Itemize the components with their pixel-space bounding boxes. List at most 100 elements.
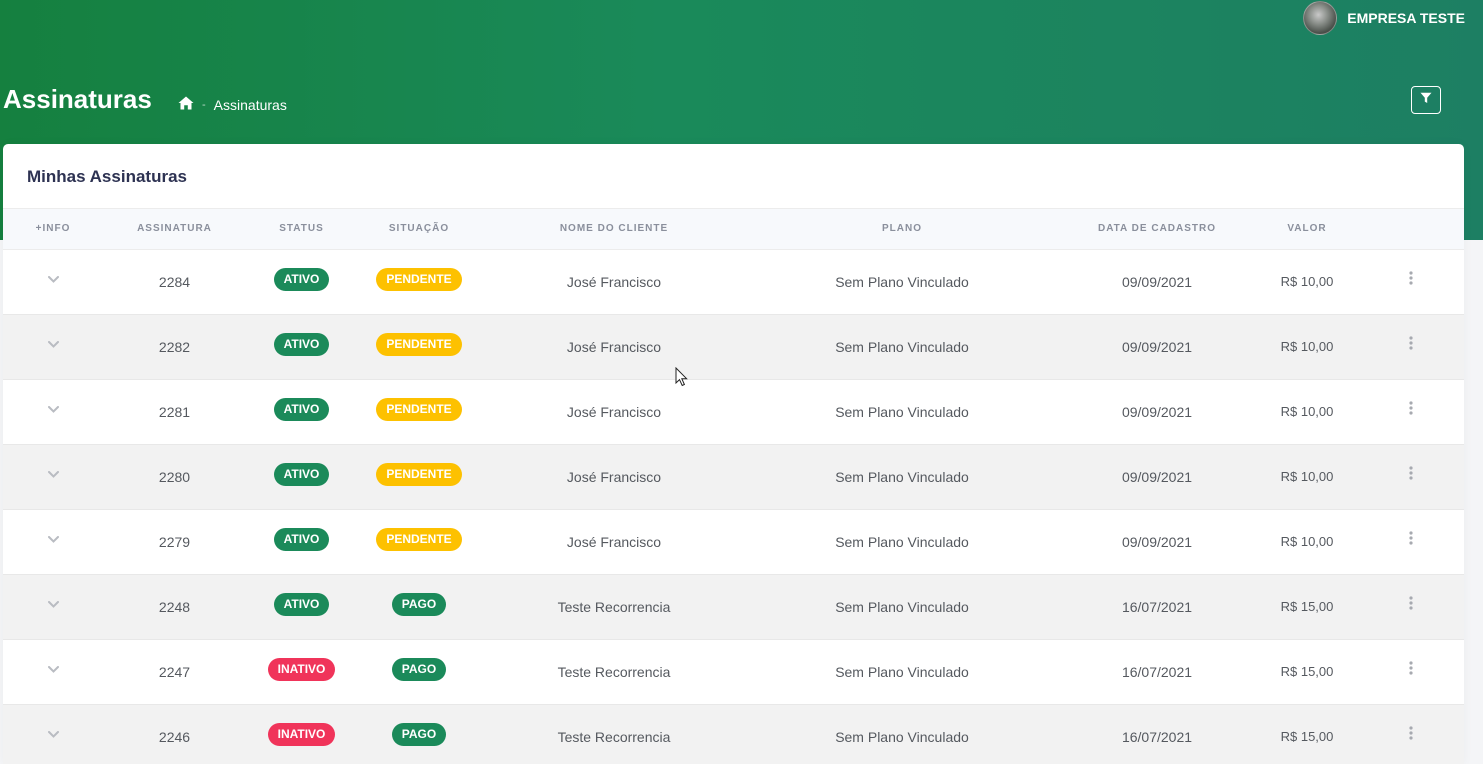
situacao-badge: PENDENTE bbox=[376, 398, 462, 421]
subscriptions-table: +INFO ASSINATURA STATUS SITUAÇÃO NOME DO… bbox=[3, 209, 1464, 764]
cell-plano: Sem Plano Vinculado bbox=[835, 598, 969, 615]
cell-nome-do-cliente: José Francisco bbox=[566, 468, 662, 485]
column-header-data-de-cadastro[interactable]: DATA DE CADASTRO bbox=[1057, 209, 1257, 250]
column-header-status[interactable]: STATUS bbox=[246, 209, 357, 250]
situacao-badge: PAGO bbox=[391, 593, 447, 616]
cell-data-de-cadastro: 09/09/2021 bbox=[1121, 273, 1193, 290]
cell-data-de-cadastro: 16/07/2021 bbox=[1121, 598, 1193, 615]
situacao-badge: PAGO bbox=[391, 658, 447, 681]
page-title: Assinaturas bbox=[3, 84, 152, 114]
cell-assinatura: 2284 bbox=[158, 273, 191, 290]
filter-icon bbox=[1420, 91, 1432, 109]
table-row: 2248 ATIVO PAGO Teste Recorrencia Sem Plano … bbox=[3, 574, 1464, 639]
chevron-down-icon[interactable] bbox=[47, 335, 59, 351]
mouse-cursor bbox=[675, 366, 689, 392]
cell-valor: R$ 15,00 bbox=[1280, 664, 1334, 679]
chevron-down-icon[interactable] bbox=[47, 530, 59, 546]
cell-nome-do-cliente: Teste Recorrencia bbox=[557, 728, 671, 745]
breadcrumb-current: Assinaturas bbox=[213, 96, 287, 113]
breadcrumb: - Assinaturas bbox=[178, 96, 287, 113]
column-header-valor[interactable]: VALOR bbox=[1257, 209, 1357, 250]
cell-plano: Sem Plano Vinculado bbox=[835, 663, 969, 680]
cell-assinatura: 2246 bbox=[158, 728, 191, 745]
cell-plano: Sem Plano Vinculado bbox=[835, 338, 969, 355]
kebab-menu-icon[interactable] bbox=[1408, 466, 1413, 483]
cell-valor: R$ 10,00 bbox=[1280, 274, 1334, 289]
chevron-down-icon[interactable] bbox=[47, 270, 59, 286]
status-badge: ATIVO bbox=[273, 268, 330, 291]
chevron-down-icon[interactable] bbox=[47, 595, 59, 611]
cell-valor: R$ 10,00 bbox=[1280, 404, 1334, 419]
card-title: Minhas Assinaturas bbox=[3, 144, 1464, 209]
cell-plano: Sem Plano Vinculado bbox=[835, 728, 969, 745]
cell-nome-do-cliente: José Francisco bbox=[566, 533, 662, 550]
cell-assinatura: 2248 bbox=[158, 598, 191, 615]
cell-nome-do-cliente: Teste Recorrencia bbox=[557, 598, 671, 615]
situacao-badge: PENDENTE bbox=[376, 528, 462, 551]
cell-nome-do-cliente: José Francisco bbox=[566, 338, 662, 355]
column-header-info[interactable]: +INFO bbox=[3, 209, 103, 250]
table-row: 2284 ATIVO PENDENTE José Francisco Sem Plano… bbox=[3, 249, 1464, 314]
cell-data-de-cadastro: 09/09/2021 bbox=[1121, 338, 1193, 355]
chevron-down-icon[interactable] bbox=[47, 725, 59, 741]
cell-valor: R$ 10,00 bbox=[1280, 339, 1334, 354]
kebab-menu-icon[interactable] bbox=[1408, 531, 1413, 548]
user-menu[interactable]: EMPRESA TESTE bbox=[1303, 1, 1465, 35]
kebab-menu-icon[interactable] bbox=[1408, 271, 1413, 288]
cell-assinatura: 2282 bbox=[158, 338, 191, 355]
filter-button[interactable] bbox=[1411, 86, 1441, 114]
cell-assinatura: 2280 bbox=[158, 468, 191, 485]
cell-nome-do-cliente: Teste Recorrencia bbox=[557, 663, 671, 680]
column-header-plano[interactable]: PLANO bbox=[747, 209, 1057, 250]
cell-assinatura: 2279 bbox=[158, 533, 191, 550]
situacao-badge: PENDENTE bbox=[376, 268, 462, 291]
cell-data-de-cadastro: 16/07/2021 bbox=[1121, 728, 1193, 745]
cell-plano: Sem Plano Vinculado bbox=[835, 273, 969, 290]
status-badge: ATIVO bbox=[273, 333, 330, 356]
cell-nome-do-cliente: José Francisco bbox=[566, 403, 662, 420]
table-row: 2280 ATIVO PENDENTE José Francisco Sem Plano… bbox=[3, 444, 1464, 509]
column-header-nome-do-cliente[interactable]: NOME DO CLIENTE bbox=[481, 209, 747, 250]
status-badge: INATIVO bbox=[267, 723, 336, 746]
kebab-menu-icon[interactable] bbox=[1408, 726, 1413, 743]
cell-plano: Sem Plano Vinculado bbox=[835, 468, 969, 485]
chevron-down-icon[interactable] bbox=[47, 400, 59, 416]
user-name: EMPRESA TESTE bbox=[1347, 10, 1465, 26]
cell-plano: Sem Plano Vinculado bbox=[835, 403, 969, 420]
chevron-down-icon[interactable] bbox=[47, 660, 59, 676]
table-row: 2247 INATIVO PAGO Teste Recorrencia Sem Plan… bbox=[3, 639, 1464, 704]
table-row: 2279 ATIVO PENDENTE José Francisco Sem Plano… bbox=[3, 509, 1464, 574]
home-icon[interactable] bbox=[178, 96, 194, 113]
column-header-assinatura[interactable]: ASSINATURA bbox=[103, 209, 246, 250]
avatar bbox=[1303, 1, 1338, 35]
column-header-situacao[interactable]: SITUAÇÃO bbox=[357, 209, 481, 250]
cell-data-de-cadastro: 09/09/2021 bbox=[1121, 468, 1193, 485]
status-badge: ATIVO bbox=[273, 593, 330, 616]
kebab-menu-icon[interactable] bbox=[1408, 596, 1413, 613]
status-badge: ATIVO bbox=[273, 398, 330, 421]
cell-nome-do-cliente: José Francisco bbox=[566, 273, 662, 290]
kebab-menu-icon[interactable] bbox=[1408, 661, 1413, 678]
kebab-menu-icon[interactable] bbox=[1408, 401, 1413, 418]
situacao-badge: PAGO bbox=[391, 723, 447, 746]
column-header-actions bbox=[1357, 209, 1464, 250]
cell-data-de-cadastro: 09/09/2021 bbox=[1121, 403, 1193, 420]
subscriptions-card: Minhas Assinaturas +INFO ASSINATURA STAT… bbox=[3, 144, 1464, 764]
cell-data-de-cadastro: 16/07/2021 bbox=[1121, 663, 1193, 680]
table-row: 2246 INATIVO PAGO Teste Recorrencia Sem Plan… bbox=[3, 704, 1464, 764]
status-badge: ATIVO bbox=[273, 528, 330, 551]
table-header-row: +INFO ASSINATURA STATUS SITUAÇÃO NOME DO… bbox=[3, 209, 1464, 250]
status-badge: INATIVO bbox=[267, 658, 336, 681]
situacao-badge: PENDENTE bbox=[376, 463, 462, 486]
cell-assinatura: 2247 bbox=[158, 663, 191, 680]
cell-valor: R$ 10,00 bbox=[1280, 534, 1334, 549]
breadcrumb-separator: - bbox=[202, 98, 206, 111]
status-badge: ATIVO bbox=[273, 463, 330, 486]
cell-data-de-cadastro: 09/09/2021 bbox=[1121, 533, 1193, 550]
cell-valor: R$ 15,00 bbox=[1280, 599, 1334, 614]
cell-assinatura: 2281 bbox=[158, 403, 191, 420]
chevron-down-icon[interactable] bbox=[47, 465, 59, 481]
situacao-badge: PENDENTE bbox=[376, 333, 462, 356]
kebab-menu-icon[interactable] bbox=[1408, 336, 1413, 353]
table-row: 2281 ATIVO PENDENTE José Francisco Sem Plano… bbox=[3, 379, 1464, 444]
